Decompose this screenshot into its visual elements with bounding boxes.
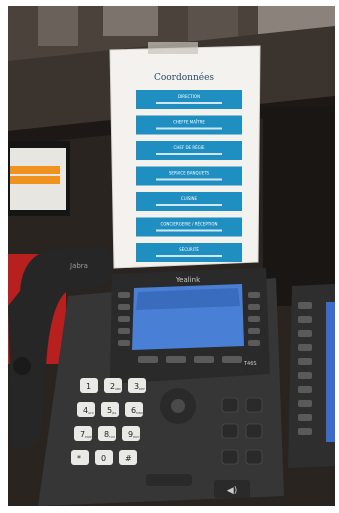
line-key[interactable] [248, 340, 260, 346]
sign-row [136, 115, 242, 135]
line-key[interactable] [118, 292, 130, 298]
keypad-digit: 0 [101, 454, 106, 463]
line-key[interactable] [118, 340, 130, 346]
expansion-key[interactable] [298, 358, 312, 365]
expansion-key[interactable] [298, 316, 312, 323]
expansion-screen [326, 302, 335, 442]
soft-key[interactable] [194, 356, 214, 363]
nav-ok-button[interactable] [171, 399, 185, 413]
handset-logo: Jabra [69, 262, 88, 270]
function-key[interactable] [221, 449, 239, 465]
right-shadow [263, 106, 335, 306]
sign-row-detail-line [156, 127, 222, 130]
sign-row [136, 192, 242, 211]
keypad-digit: 1 [86, 382, 91, 391]
sign-row [136, 90, 242, 109]
sign-rows: DIRECTION CHEFFE MAÎTRE CHEF DE RÉGIE SERVI… [136, 90, 242, 262]
function-key[interactable] [221, 423, 239, 439]
sign-row-detail-line [156, 178, 222, 181]
sign-row-label: CHEFFE MAÎTRE [173, 120, 205, 125]
keypad-letters: PQRS [85, 435, 93, 439]
keypad-letters: ABC [115, 387, 121, 391]
line-key[interactable] [248, 328, 260, 334]
contact-sign: Coordonnées DIRECTION CHEFFE MAÎTRE CHEF D… [109, 42, 261, 269]
sign-row-label: CHEF DE RÉGIE [174, 145, 205, 150]
function-key[interactable] [221, 397, 239, 413]
sign-row-detail-line [156, 102, 222, 104]
scene: ≈ Coordonnées DIRECTIONCHEFFE MAÎTRECHEF… [8, 6, 335, 506]
sign-row-detail-line [156, 229, 222, 232]
sign-row [136, 243, 242, 262]
keypad-letters: GHI [88, 411, 94, 415]
expansion-key[interactable] [298, 344, 312, 351]
upper-panel [38, 6, 78, 46]
line-key[interactable] [118, 316, 130, 322]
expansion-key[interactable] [298, 386, 312, 393]
keypad-letters: JKL [111, 411, 117, 415]
sign-row-label: SÉCURITÉ [179, 247, 199, 252]
monitor-accent-band [10, 166, 60, 174]
expansion-module [288, 284, 335, 468]
sign-title: Coordonnées [154, 72, 214, 83]
sign-row-label: CUISINE [181, 196, 198, 201]
expansion-key[interactable] [298, 330, 312, 337]
expansion-key[interactable] [298, 400, 312, 407]
expansion-key[interactable] [298, 428, 312, 435]
photo-frame: ≈ Coordonnées DIRECTIONCHEFFE MAÎTRECHEF… [0, 0, 339, 513]
function-key[interactable] [245, 397, 263, 413]
sign-row-label: CONCIERGERIE / RÉCEPTION [160, 222, 217, 227]
sign-row [136, 141, 242, 160]
function-key[interactable] [245, 423, 263, 439]
keypad-letters: MNO [136, 411, 144, 415]
keypad-digit: # [125, 454, 132, 463]
expansion-key[interactable] [298, 372, 312, 379]
sign-row-detail-line [156, 255, 222, 257]
speaker-icon: ◀) [227, 486, 237, 496]
soft-key[interactable] [166, 356, 186, 363]
tape [148, 42, 198, 54]
volume-rocker[interactable] [146, 474, 192, 486]
soft-key[interactable] [222, 356, 242, 363]
sign-row-label: DIRECTION [178, 94, 200, 99]
keypad-letters: TUV [108, 435, 116, 439]
line-key[interactable] [118, 304, 130, 310]
sign-row-label: SERVICE BANQUETS [169, 171, 210, 176]
keypad-letters: DEF [139, 387, 145, 391]
monitor-accent-band-2 [10, 176, 60, 184]
line-key[interactable] [248, 304, 260, 310]
line-key[interactable] [118, 328, 130, 334]
photograph: ≈ Coordonnées DIRECTIONCHEFFE MAÎTRECHEF… [8, 6, 335, 506]
upper-panel-2 [103, 6, 158, 36]
handset-speaker [13, 357, 31, 375]
phone-model: T46S [243, 361, 257, 367]
phone-brand: Yealink [175, 276, 201, 284]
expansion-key[interactable] [298, 414, 312, 421]
upper-panel-3 [188, 6, 238, 41]
sign-row [136, 166, 242, 186]
desk-phone: Yealink T46S 1 2 ABC 3 DEF4 GHI 5 JKL 6 MNO7 PQRS 8… [38, 268, 284, 506]
sign-row-detail-line [156, 153, 222, 155]
keypad-digit: * [77, 454, 81, 463]
sign-row [136, 217, 242, 237]
keypad-letters: WXYZ [133, 435, 142, 439]
soft-key[interactable] [138, 356, 158, 363]
function-key[interactable] [245, 449, 263, 465]
sign-row-detail-line [156, 204, 222, 206]
line-key[interactable] [248, 292, 260, 298]
expansion-key[interactable] [298, 302, 312, 309]
line-key[interactable] [248, 316, 260, 322]
